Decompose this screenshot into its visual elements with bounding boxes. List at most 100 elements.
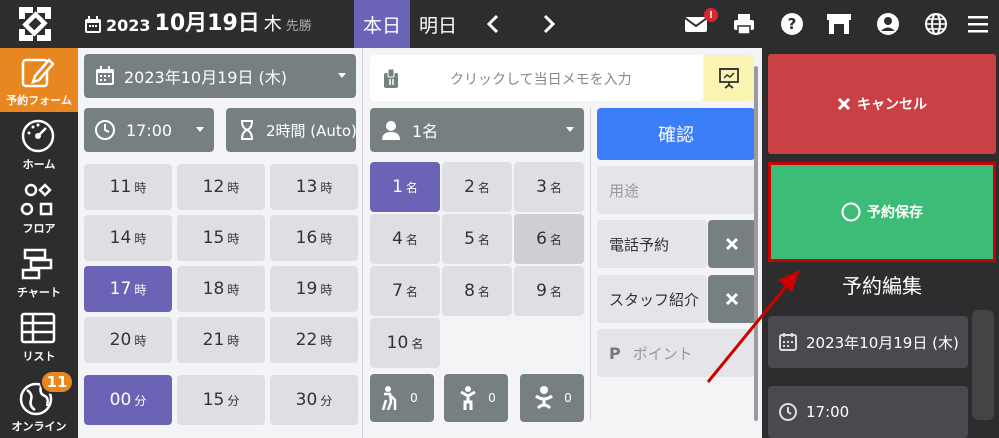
floor-shapes-icon [20,183,53,216]
sidebar-item-floor[interactable]: フロア [0,176,78,240]
minute-option-00[interactable]: 00 分 [84,375,172,425]
party-count-10[interactable]: 10 名 [370,318,440,368]
summary-time-card[interactable]: 17:00 [768,386,968,438]
hour-option-16[interactable]: 16 時 [270,215,358,261]
remove-phone-reservation-button[interactable] [708,220,756,268]
sidebar-item-label: ホーム [22,158,56,171]
caret-down-icon [196,127,204,132]
close-icon [725,237,739,251]
purpose-field[interactable]: 用途 [597,166,755,214]
parking-p-icon: P [609,343,621,363]
party-size-select[interactable]: 1名 [370,108,584,152]
sidebar-item-home[interactable]: ホーム [0,112,78,176]
minute-option-30[interactable]: 30 分 [270,375,358,425]
hour-option-12[interactable]: 12 時 [177,164,265,210]
party-count-3[interactable]: 3名 [514,162,584,212]
menu-icon[interactable] [966,12,990,36]
remove-staff-referral-button[interactable] [708,275,756,323]
hour-option-19[interactable]: 19 時 [270,266,358,312]
child-count-button[interactable]: 0 [444,374,508,422]
party-count-2[interactable]: 2名 [442,162,512,212]
elderly-person-icon: 0 [381,386,418,410]
tab-today[interactable]: 本日 [354,0,410,48]
memo-board-button[interactable] [704,55,754,101]
language-globe-icon[interactable] [924,12,948,36]
hour-option-14[interactable]: 14 時 [84,215,172,261]
hour-option-17[interactable]: 17 時 [84,266,172,312]
date-select[interactable]: 2023年10月19日 (木) [84,54,356,98]
hour-option-13[interactable]: 13 時 [270,164,358,210]
hour-option-18[interactable]: 18 時 [177,266,265,312]
sidebar-item-chart[interactable]: チャート [0,240,78,304]
calendar-icon [96,66,114,85]
printer-icon[interactable] [732,12,756,36]
memo-clip-icon [384,68,398,88]
pencil-square-icon [21,58,55,88]
hourglass-icon [241,120,253,140]
svg-text:?: ? [788,15,797,33]
speedometer-icon [21,119,55,153]
baby-count: 0 [564,391,572,405]
party-count-5[interactable]: 5名 [442,214,512,264]
points-label: ポイント [632,344,693,363]
baby-icon: 0 [535,386,572,410]
cancel-label: キャンセル [857,97,927,113]
close-icon [725,292,739,306]
party-count-7[interactable]: 7名 [370,266,440,316]
circle-icon [841,202,861,222]
save-reservation-button[interactable]: 予約保存 [768,162,996,262]
sidebar-item-label: リスト [22,350,56,363]
sidebar-item-label: チャート [17,286,61,299]
table-list-icon [20,312,56,344]
hour-option-20[interactable]: 20 時 [84,317,172,363]
party-count-6[interactable]: 6名 [514,214,584,264]
party-size-value: 1名 [412,122,439,141]
date-month-day: 10月19日 [154,11,260,36]
cancel-button[interactable]: キャンセル [768,54,996,154]
summary-date: 2023年10月19日 (木) [806,333,959,352]
elderly-count-button[interactable]: 0 [370,374,434,422]
party-count-4[interactable]: 4名 [370,214,440,264]
sidebar-item-label: オンライン [11,420,67,433]
hour-option-15[interactable]: 15 時 [177,215,265,261]
help-icon[interactable]: ? [780,12,804,36]
summary-time: 17:00 [806,403,850,421]
chevron-left-icon[interactable] [482,12,506,36]
sidebar-item-online[interactable]: 11 オンライン [0,368,78,438]
hour-option-11[interactable]: 11 時 [84,164,172,210]
day-memo-input[interactable]: クリックして当日メモを入力 [370,55,703,101]
person-icon [382,121,400,140]
tab-tomorrow[interactable]: 明日 [410,0,466,48]
party-count-9[interactable]: 9名 [514,266,584,316]
summary-date-card[interactable]: 2023年10月19日 (木) [768,316,968,368]
baby-count-button[interactable]: 0 [520,374,584,422]
caret-down-icon [338,73,346,78]
action-panel-scrollbar[interactable] [972,310,994,420]
time-select[interactable]: 17:00 [84,108,214,152]
calendar-icon [85,16,101,33]
party-count-1[interactable]: 1名 [370,162,440,212]
confirm-button[interactable]: 確認 [597,108,755,160]
column-divider [590,108,591,420]
store-icon[interactable] [826,12,852,36]
time-select-value: 17:00 [126,120,173,140]
sidebar-item-list[interactable]: リスト [0,304,78,368]
elderly-count: 0 [410,391,418,405]
points-field[interactable]: P ポイント [597,329,755,377]
chevron-right-icon[interactable] [536,12,560,36]
sidebar-item-reservation-form[interactable]: 予約フォーム [0,48,78,112]
current-date[interactable]: 2023 10月19日 木 先勝 [84,11,312,37]
hour-option-22[interactable]: 22 時 [270,317,358,363]
date-select-value: 2023年10月19日 (木) [124,68,288,87]
date-weekday: 木 [263,14,282,35]
options-scrollbar[interactable] [754,66,758,421]
app-logo-icon[interactable] [16,6,54,42]
hour-option-21[interactable]: 21 時 [177,317,265,363]
minute-option-15[interactable]: 15 分 [177,375,265,425]
mail-badge: ! [704,8,718,22]
duration-select[interactable]: 2時間 (Auto) [226,108,356,152]
staff-referral-tag: スタッフ紹介 [597,275,707,323]
party-count-8[interactable]: 8名 [442,266,512,316]
caret-down-icon [566,127,574,132]
user-account-icon[interactable] [876,12,900,36]
